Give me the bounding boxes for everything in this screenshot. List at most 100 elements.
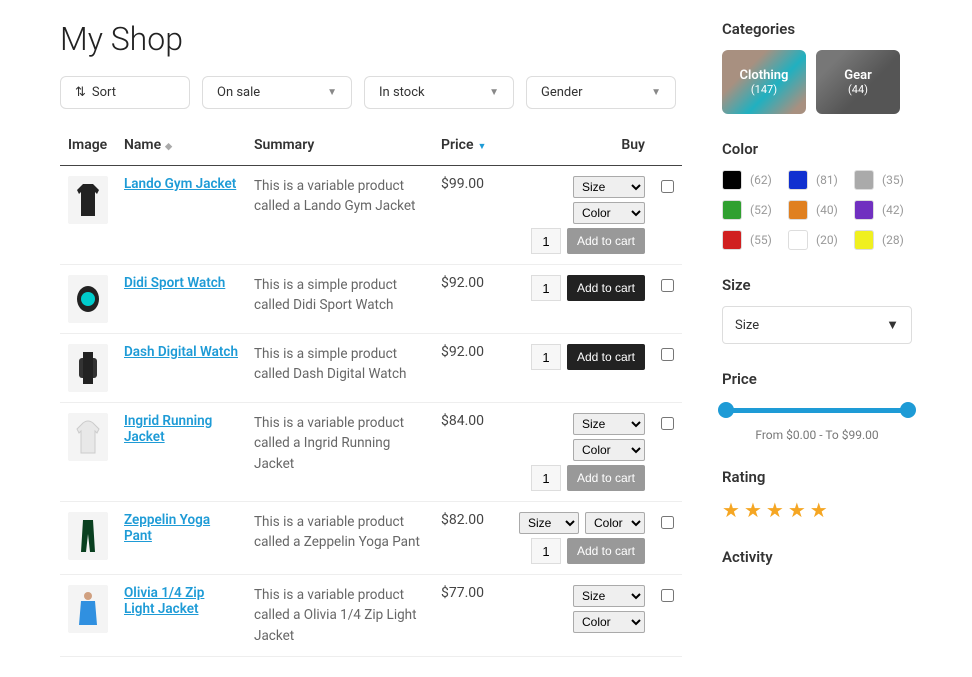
onsale-filter[interactable]: On sale ▼	[202, 76, 352, 109]
table-row: Lando Gym JacketThis is a variable produ…	[60, 166, 682, 265]
onsale-label: On sale	[217, 85, 260, 100]
category-label: Clothing	[740, 68, 789, 83]
star-icon: ★	[744, 498, 762, 522]
star-icon: ★	[722, 498, 740, 522]
product-thumb[interactable]	[68, 275, 108, 323]
activity-heading: Activity	[722, 548, 912, 566]
size-select[interactable]: Size ▼	[722, 306, 912, 344]
qty-input[interactable]	[531, 538, 561, 564]
color-swatch[interactable]: (52)	[722, 200, 780, 220]
product-thumb[interactable]	[68, 512, 108, 560]
instock-filter[interactable]: In stock ▼	[364, 76, 514, 109]
size-variant-select[interactable]: Size	[573, 585, 645, 607]
color-swatch[interactable]: (62)	[722, 170, 780, 190]
size-variant-select[interactable]: Size	[573, 176, 645, 198]
swatch-box	[854, 200, 874, 220]
rating-heading: Rating	[722, 468, 912, 486]
qty-input[interactable]	[531, 465, 561, 491]
color-swatch[interactable]: (20)	[788, 230, 846, 250]
product-link[interactable]: Dash Digital Watch	[124, 344, 238, 360]
product-price: $92.00	[433, 334, 503, 403]
category-count: (147)	[751, 83, 777, 96]
bulk-select-checkbox[interactable]	[661, 348, 674, 361]
color-swatch[interactable]: (28)	[854, 230, 912, 250]
product-link[interactable]: Ingrid Running Jacket	[124, 413, 212, 445]
color-swatch[interactable]: (42)	[854, 200, 912, 220]
col-summary[interactable]: Summary	[246, 125, 433, 166]
color-variant-select[interactable]: Color	[573, 202, 645, 224]
price-slider[interactable]	[722, 400, 912, 420]
size-variant-select[interactable]: Size	[573, 413, 645, 435]
filter-bar: ⇅ Sort On sale ▼ In stock ▼ Gender ▼	[60, 76, 682, 109]
color-swatch[interactable]: (40)	[788, 200, 846, 220]
size-heading: Size	[722, 276, 912, 294]
sort-button[interactable]: ⇅ Sort	[60, 76, 190, 109]
swatch-count: (20)	[816, 233, 838, 247]
slider-track	[722, 408, 912, 413]
color-heading: Color	[722, 140, 912, 158]
add-to-cart-button[interactable]: Add to cart	[567, 344, 645, 370]
table-row: Didi Sport WatchThis is a simple product…	[60, 265, 682, 334]
qty-input[interactable]	[531, 344, 561, 370]
color-variant-select[interactable]: Color	[573, 439, 645, 461]
category-gear[interactable]: Gear(44)	[816, 50, 900, 114]
bulk-select-checkbox[interactable]	[661, 589, 674, 602]
table-row: Zeppelin Yoga Pant This is a variable pro…	[60, 502, 682, 575]
add-to-cart-button[interactable]: Add to cart	[567, 228, 645, 254]
col-buy[interactable]: Buy	[503, 125, 653, 166]
color-swatch[interactable]: (35)	[854, 170, 912, 190]
bulk-select-checkbox[interactable]	[661, 516, 674, 529]
color-swatch[interactable]: (81)	[788, 170, 846, 190]
product-price: $84.00	[433, 403, 503, 502]
product-price: $99.00	[433, 166, 503, 265]
product-summary: This is a simple product called Dash Dig…	[246, 334, 433, 403]
col-name[interactable]: Name◆	[116, 125, 246, 166]
swatch-count: (55)	[750, 233, 772, 247]
gender-label: Gender	[541, 85, 583, 100]
sort-label: Sort	[92, 85, 116, 100]
product-thumb[interactable]	[68, 344, 108, 392]
sort-asc-icon: ▼	[478, 141, 487, 152]
color-variant-select[interactable]: Color	[573, 611, 645, 633]
add-to-cart-button[interactable]: Add to cart	[567, 465, 645, 491]
swatch-box	[722, 230, 742, 250]
product-link[interactable]: Zeppelin Yoga Pant	[124, 512, 210, 544]
col-image[interactable]: Image	[60, 125, 116, 166]
categories-heading: Categories	[722, 20, 912, 38]
add-to-cart-button[interactable]: Add to cart	[567, 275, 645, 301]
size-variant-select[interactable]: Size	[519, 512, 579, 534]
product-thumb[interactable]	[68, 585, 108, 633]
product-link[interactable]: Lando Gym Jacket	[124, 176, 236, 192]
product-link[interactable]: Olivia 1/4 Zip Light Jacket	[124, 585, 204, 617]
col-price[interactable]: Price▼	[433, 125, 503, 166]
product-price: $77.00	[433, 575, 503, 657]
table-row: Olivia 1/4 Zip Light JacketThis is a var…	[60, 575, 682, 657]
product-price: $82.00	[433, 502, 503, 575]
product-link[interactable]: Didi Sport Watch	[124, 275, 225, 291]
gender-filter[interactable]: Gender ▼	[526, 76, 676, 109]
swatch-count: (35)	[882, 173, 904, 187]
color-swatch[interactable]: (55)	[722, 230, 780, 250]
price-heading: Price	[722, 370, 912, 388]
category-clothing[interactable]: Clothing(147)	[722, 50, 806, 114]
bulk-select-checkbox[interactable]	[661, 417, 674, 430]
category-label: Gear	[844, 68, 872, 83]
bulk-select-checkbox[interactable]	[661, 180, 674, 193]
qty-input[interactable]	[531, 228, 561, 254]
slider-handle-max[interactable]	[900, 402, 916, 418]
rating-stars[interactable]: ★ ★ ★ ★ ★	[722, 498, 912, 522]
swatch-count: (62)	[750, 173, 772, 187]
bulk-select-checkbox[interactable]	[661, 279, 674, 292]
color-variant-select[interactable]: Color	[585, 512, 645, 534]
qty-input[interactable]	[531, 275, 561, 301]
sort-icon: ⇅	[75, 85, 86, 100]
swatch-box	[788, 230, 808, 250]
product-summary: This is a variable product called a Zepp…	[246, 502, 433, 575]
product-thumb[interactable]	[68, 413, 108, 461]
add-to-cart-button[interactable]: Add to cart	[567, 538, 645, 564]
swatch-count: (40)	[816, 203, 838, 217]
chevron-down-icon: ▼	[489, 87, 499, 98]
swatch-box	[854, 230, 874, 250]
slider-handle-min[interactable]	[718, 402, 734, 418]
product-thumb[interactable]	[68, 176, 108, 224]
